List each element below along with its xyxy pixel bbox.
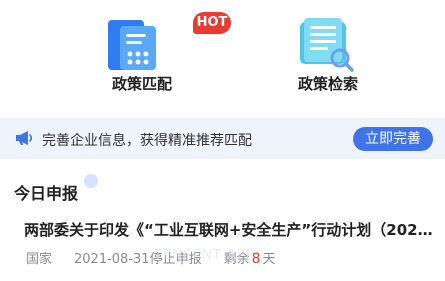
section-title: 今日申报 [14,184,79,203]
policy-search-label: 政策检索 [297,75,358,93]
notice-text: 完善企业信息，获得精准推荐匹配 [42,133,252,149]
policy-search-icon [300,18,354,72]
policy-search-tile[interactable]: 政策检索 [248,0,408,100]
policy-match-icon [108,20,156,70]
watermark: TENCENT APP [154,248,255,263]
section-title-decoration [84,174,98,188]
notice-banner: 完善企业信息，获得精准推荐匹配 立即完善 [0,118,445,159]
policy-match-label: 政策匹配 [111,75,172,93]
policy-match-tile[interactable]: HOT 政策匹配 [62,0,231,100]
app-page: HOT 政策匹配 政策检索 完善企业信息，获得精准推荐匹配 立即完善 今日申报 … [0,0,445,281]
megaphone-icon [16,131,33,145]
item-level: 国家 [26,252,53,267]
hot-badge: HOT [193,12,231,34]
declaration-item-title[interactable]: 两部委关于印发《“工业互联网+安全生产”行动计划（2021-2023年）》的通知 [24,219,434,240]
complete-info-button[interactable]: 立即完善 [353,127,433,151]
remaining-suffix: 天 [262,252,276,267]
